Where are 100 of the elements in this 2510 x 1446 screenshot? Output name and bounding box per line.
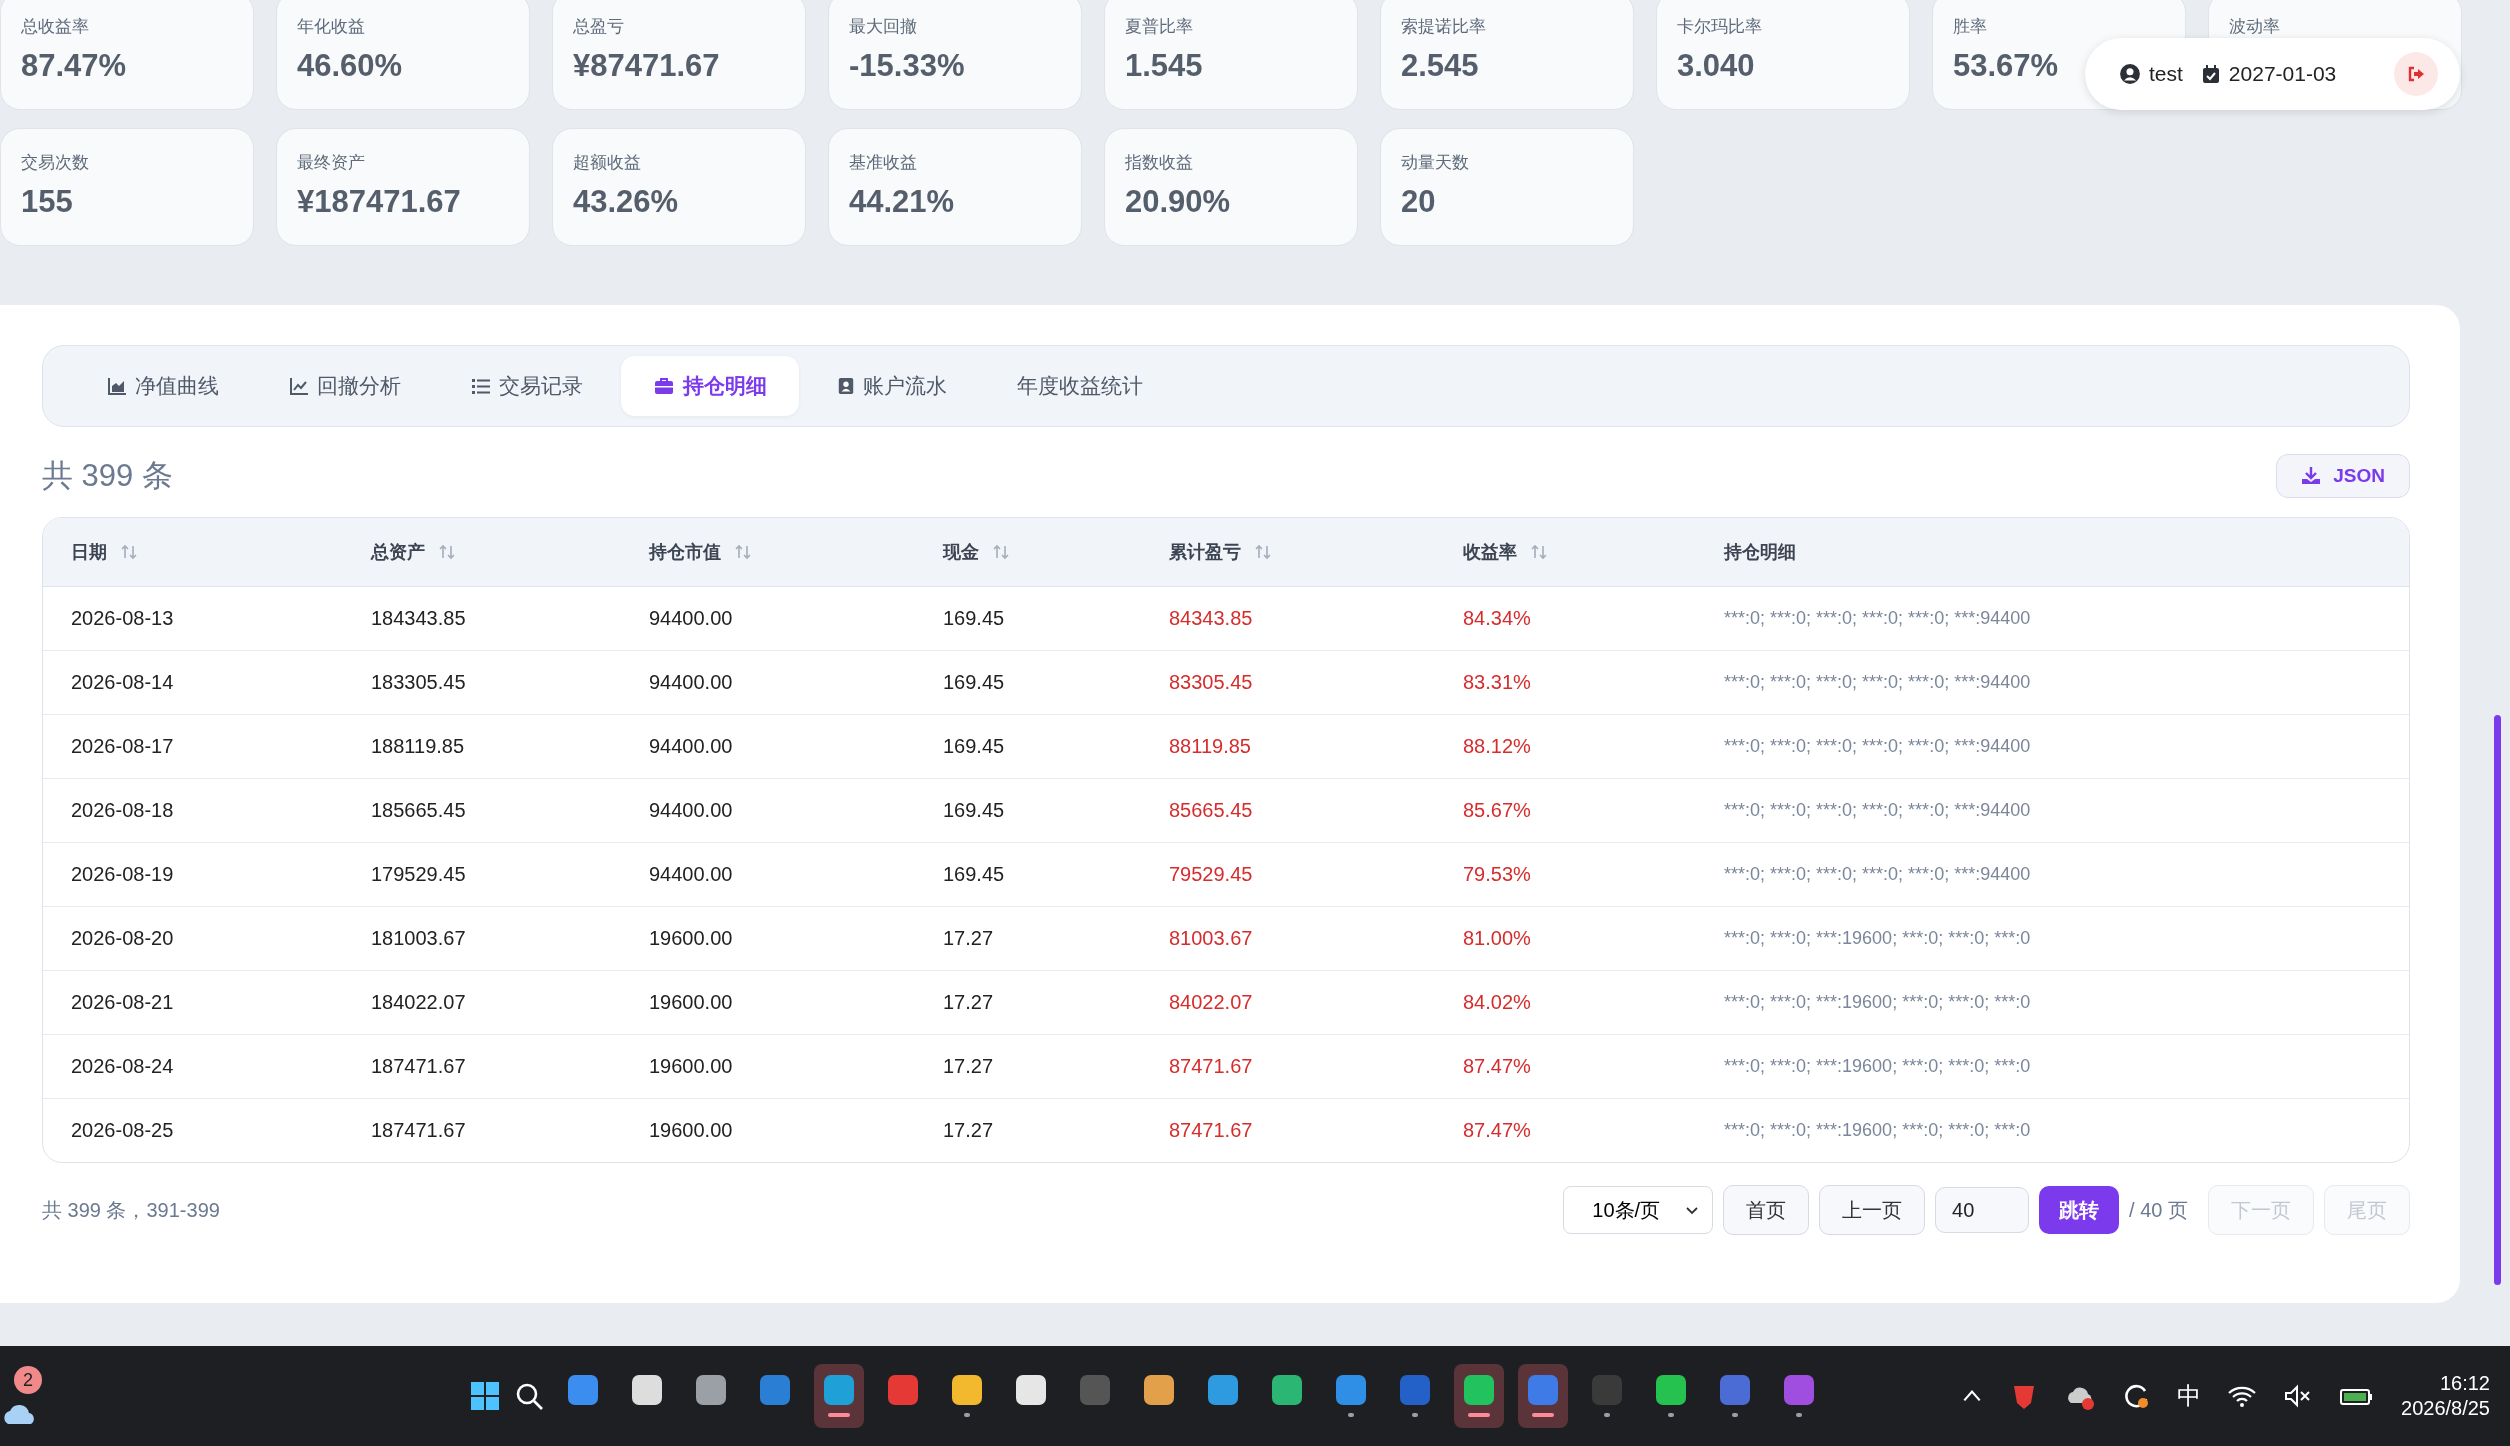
table-cell: 169.45 <box>943 671 1005 693</box>
table-cell: 19600.00 <box>649 1055 733 1077</box>
logout-icon <box>2406 64 2426 84</box>
table-cell: 2026-08-13 <box>71 607 174 629</box>
stat-value: -15.33% <box>849 48 965 84</box>
table-cell: 81003.67 <box>1169 927 1253 949</box>
table-cell: 88.12% <box>1463 735 1531 757</box>
list-icon <box>471 376 491 396</box>
table-cell: 19600.00 <box>649 927 733 949</box>
table-cell: 94400.00 <box>649 863 733 885</box>
table-cell: ***:0; ***:0; ***:0; ***:0; ***:0; ***:94400 <box>1724 800 2031 820</box>
input-method-indicator[interactable]: 中 <box>2177 1380 2201 1412</box>
taskbar-app[interactable] <box>1518 1364 1568 1428</box>
stat-value: 155 <box>21 184 73 220</box>
export-button[interactable]: JSON <box>2276 454 2410 498</box>
table-cell: 169.45 <box>943 799 1005 821</box>
table-cell: 2026-08-18 <box>71 799 174 821</box>
table-cell: 2026-08-19 <box>71 863 174 885</box>
table-cell: 87471.67 <box>1169 1119 1253 1141</box>
tab[interactable]: 交易记录 <box>439 356 615 416</box>
speaker-muted-icon[interactable] <box>2283 1384 2313 1408</box>
stat-label: 最大回撤 <box>849 16 917 38</box>
table-cell: ***:0; ***:0; ***:0; ***:0; ***:0; ***:94400 <box>1724 736 2031 756</box>
table-cell: 2026-08-21 <box>71 991 174 1013</box>
table-cell: 83.31% <box>1463 671 1531 693</box>
table-cell: 17.27 <box>943 1119 994 1141</box>
stat-label: 年化收益 <box>297 16 365 38</box>
clock-date[interactable]: 2026/8/25 <box>2401 1396 2490 1421</box>
table-cell: 2026-08-14 <box>71 671 174 693</box>
table-cell: ***:0; ***:0; ***:0; ***:0; ***:0; ***:94400 <box>1724 608 2031 628</box>
table-cell: 87.47% <box>1463 1119 1531 1141</box>
scrollbar-thumb[interactable] <box>2494 715 2501 1285</box>
start-icon[interactable] <box>470 1381 500 1411</box>
table-cell: 184343.85 <box>371 607 466 629</box>
page-input[interactable]: 40 <box>1935 1187 2030 1233</box>
search-icon[interactable] <box>514 1381 544 1411</box>
column-header: 总资产 <box>371 541 425 564</box>
table-cell: 17.27 <box>943 991 994 1013</box>
table-cell: 17.27 <box>943 1055 994 1077</box>
stat-label: 基准收益 <box>849 152 917 174</box>
stat-label: 夏普比率 <box>1125 16 1193 38</box>
table-cell: 19600.00 <box>649 991 733 1013</box>
user-name: test <box>2149 62 2183 86</box>
stat-value: 44.21% <box>849 184 955 220</box>
calendar-icon <box>2200 63 2221 85</box>
stat-label: 波动率 <box>2229 16 2280 38</box>
tab[interactable]: 回撤分析 <box>257 356 433 416</box>
table-cell: 2026-08-17 <box>71 735 174 757</box>
table-cell: 85665.45 <box>1169 799 1253 821</box>
table-cell: 85.67% <box>1463 799 1531 821</box>
tab[interactable]: 净值曲线 <box>75 356 251 416</box>
table-cell: 169.45 <box>943 607 1005 629</box>
table-cell: 169.45 <box>943 735 1005 757</box>
tab[interactable]: 账户流水 <box>805 356 979 416</box>
clock-time[interactable]: 16:12 <box>2439 1371 2490 1396</box>
stat-value: 43.26% <box>573 184 679 220</box>
table-cell: ***:0; ***:0; ***:19600; ***:0; ***:0; ***:0 <box>1724 1056 2031 1076</box>
table-cell: ***:0; ***:0; ***:19600; ***:0; ***:0; ***:0 <box>1724 992 2031 1012</box>
stat-value: 87.47% <box>21 48 127 84</box>
page-button[interactable]: 首页 <box>1723 1185 1810 1235</box>
table-cell: 79529.45 <box>1169 863 1253 885</box>
tab[interactable]: 持仓明细 <box>621 356 799 416</box>
stat-label: 总盈亏 <box>573 16 624 38</box>
table-cell: 84022.07 <box>1169 991 1253 1013</box>
table-cell: 2026-08-25 <box>71 1119 174 1141</box>
table-cell: 84.34% <box>1463 607 1531 629</box>
stat-value: 3.040 <box>1677 48 1755 84</box>
column-header: 日期 <box>71 541 107 564</box>
contact-card-icon <box>837 376 855 396</box>
table-cell: 184022.07 <box>371 991 466 1013</box>
briefcase-icon <box>653 376 675 396</box>
record-count: 共 399 条 <box>42 457 173 495</box>
jump-button[interactable]: 跳转 <box>2039 1186 2120 1234</box>
stat-label: 最终资产 <box>297 152 365 174</box>
logout-button[interactable] <box>2394 52 2438 96</box>
page-size-select[interactable]: 10条/页 <box>1563 1186 1714 1234</box>
table-cell: 81.00% <box>1463 927 1531 949</box>
table-cell: 84343.85 <box>1169 607 1253 629</box>
taskbar-app[interactable] <box>814 1364 864 1428</box>
stat-value: 20.90% <box>1125 184 1231 220</box>
stat-label: 索提诺比率 <box>1401 16 1486 38</box>
stat-label: 胜率 <box>1953 16 1987 38</box>
area-chart-icon <box>107 376 127 396</box>
table-cell: 94400.00 <box>649 735 733 757</box>
table-cell: 185665.45 <box>371 799 466 821</box>
taskbar-app[interactable] <box>1454 1364 1504 1428</box>
table-cell: 94400.00 <box>649 671 733 693</box>
table-cell: 183305.45 <box>371 671 466 693</box>
stat-value: 53.67% <box>1953 48 2059 84</box>
table-cell: 188119.85 <box>371 735 465 757</box>
wifi-icon[interactable] <box>2227 1384 2257 1408</box>
page-button[interactable]: 上一页 <box>1819 1185 1926 1235</box>
column-header: 累计盈亏 <box>1169 541 1241 564</box>
notification-badge: 2 <box>14 1366 42 1394</box>
stat-value: 1.545 <box>1125 48 1203 84</box>
table-cell: ***:0; ***:0; ***:19600; ***:0; ***:0; ***:0 <box>1724 928 2031 948</box>
column-header: 持仓市值 <box>649 541 721 564</box>
tab[interactable]: 年度收益统计 <box>985 356 1175 416</box>
stat-label: 指数收益 <box>1125 152 1193 174</box>
table-cell: 88119.85 <box>1169 735 1251 757</box>
